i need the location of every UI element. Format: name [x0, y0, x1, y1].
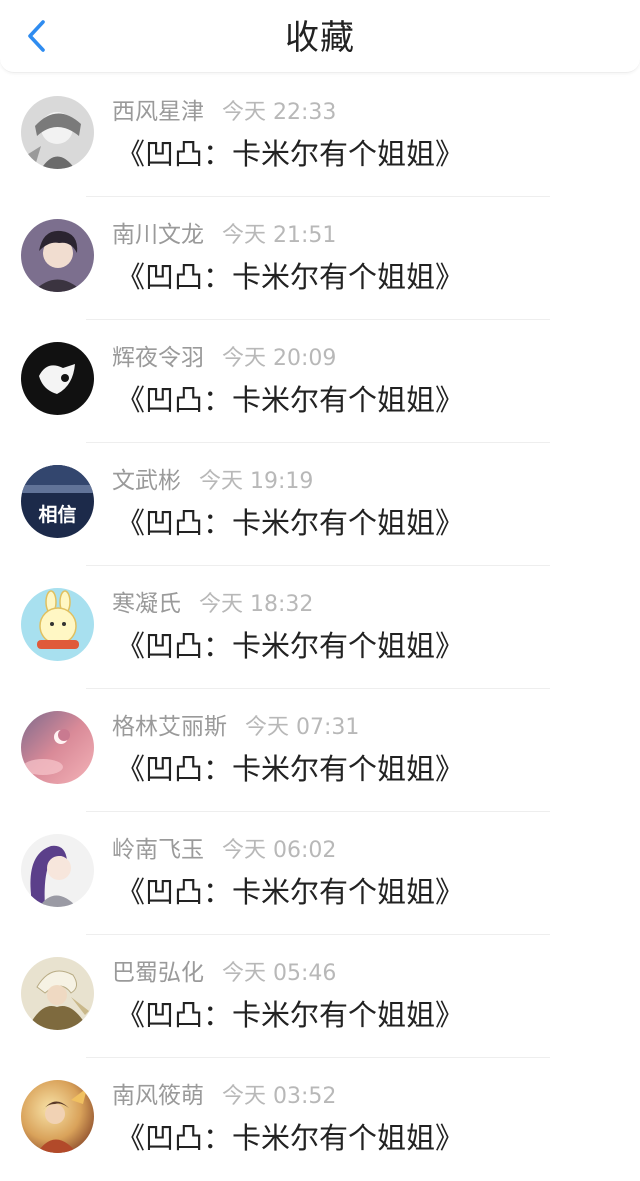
- user-name[interactable]: 南川文龙: [112, 222, 204, 248]
- timestamp: 今天 07:31: [245, 715, 360, 740]
- timestamp: 今天 22:33: [222, 100, 337, 125]
- list-item[interactable]: 岭南飞玉 今天 06:02 《凹凸：卡米尔有个姐姐》: [0, 812, 640, 935]
- avatar[interactable]: [21, 342, 94, 415]
- user-name[interactable]: 辉夜令羽: [112, 345, 204, 371]
- list-item[interactable]: 格林艾丽斯 今天 07:31 《凹凸：卡米尔有个姐姐》: [0, 689, 640, 812]
- avatar[interactable]: [21, 957, 94, 1030]
- user-name[interactable]: 巴蜀弘化: [112, 960, 204, 986]
- list-item[interactable]: 相信 文武彬 今天 19:19 《凹凸：卡米尔有个姐姐》: [0, 443, 640, 566]
- item-meta: 辉夜令羽 今天 20:09: [112, 340, 336, 376]
- item-meta: 文武彬 今天 19:19: [112, 463, 313, 499]
- item-meta: 巴蜀弘化 今天 05:46: [112, 955, 336, 991]
- nav-bar: 收藏: [0, 0, 640, 73]
- user-name[interactable]: 岭南飞玉: [112, 837, 204, 863]
- user-name[interactable]: 寒凝氏: [112, 591, 181, 617]
- timestamp: 今天 18:32: [199, 592, 314, 617]
- avatar[interactable]: [21, 588, 94, 661]
- item-meta: 南风筱萌 今天 03:52: [112, 1078, 336, 1114]
- item-meta: 岭南飞玉 今天 06:02: [112, 832, 336, 868]
- timestamp: 今天 21:51: [222, 223, 337, 248]
- timestamp: 今天 05:46: [222, 961, 337, 986]
- timestamp: 今天 06:02: [222, 838, 337, 863]
- avatar[interactable]: [21, 1080, 94, 1153]
- item-meta: 寒凝氏 今天 18:32: [112, 586, 313, 622]
- list-item[interactable]: 南风筱萌 今天 03:52 《凹凸：卡米尔有个姐姐》: [0, 1058, 640, 1181]
- avatar[interactable]: 相信: [21, 465, 94, 538]
- user-name[interactable]: 南风筱萌: [112, 1083, 204, 1109]
- list-item[interactable]: 南川文龙 今天 21:51 《凹凸：卡米尔有个姐姐》: [0, 197, 640, 320]
- avatar-text: 相信: [38, 503, 76, 526]
- favorite-title[interactable]: 《凹凸：卡米尔有个姐姐》: [116, 995, 464, 1035]
- favorite-title[interactable]: 《凹凸：卡米尔有个姐姐》: [116, 503, 464, 543]
- list-item[interactable]: 巴蜀弘化 今天 05:46 《凹凸：卡米尔有个姐姐》: [0, 935, 640, 1058]
- avatar[interactable]: [21, 834, 94, 907]
- user-name[interactable]: 西风星津: [112, 99, 204, 125]
- avatar[interactable]: [21, 96, 94, 169]
- avatar[interactable]: [21, 711, 94, 784]
- timestamp: 今天 20:09: [222, 346, 337, 371]
- item-meta: 西风星津 今天 22:33: [112, 94, 336, 130]
- page-title: 收藏: [285, 18, 355, 58]
- favorite-title[interactable]: 《凹凸：卡米尔有个姐姐》: [116, 380, 464, 420]
- favorite-title[interactable]: 《凹凸：卡米尔有个姐姐》: [116, 749, 464, 789]
- list-item[interactable]: 辉夜令羽 今天 20:09 《凹凸：卡米尔有个姐姐》: [0, 320, 640, 443]
- avatar[interactable]: [21, 219, 94, 292]
- favorite-title[interactable]: 《凹凸：卡米尔有个姐姐》: [116, 872, 464, 912]
- favorite-title[interactable]: 《凹凸：卡米尔有个姐姐》: [116, 626, 464, 666]
- item-meta: 南川文龙 今天 21:51: [112, 217, 336, 253]
- favorites-list: 西风星津 今天 22:33 《凹凸：卡米尔有个姐姐》 南川文龙 今天 21:51 《…: [0, 74, 640, 1181]
- favorite-title[interactable]: 《凹凸：卡米尔有个姐姐》: [116, 1118, 464, 1158]
- list-item[interactable]: 寒凝氏 今天 18:32 《凹凸：卡米尔有个姐姐》: [0, 566, 640, 689]
- favorite-title[interactable]: 《凹凸：卡米尔有个姐姐》: [116, 134, 464, 174]
- list-item[interactable]: 西风星津 今天 22:33 《凹凸：卡米尔有个姐姐》: [0, 74, 640, 197]
- item-meta: 格林艾丽斯 今天 07:31: [112, 709, 359, 745]
- timestamp: 今天 19:19: [199, 469, 314, 494]
- favorite-title[interactable]: 《凹凸：卡米尔有个姐姐》: [116, 257, 464, 297]
- user-name[interactable]: 格林艾丽斯: [112, 714, 227, 740]
- timestamp: 今天 03:52: [222, 1084, 337, 1109]
- user-name[interactable]: 文武彬: [112, 468, 181, 494]
